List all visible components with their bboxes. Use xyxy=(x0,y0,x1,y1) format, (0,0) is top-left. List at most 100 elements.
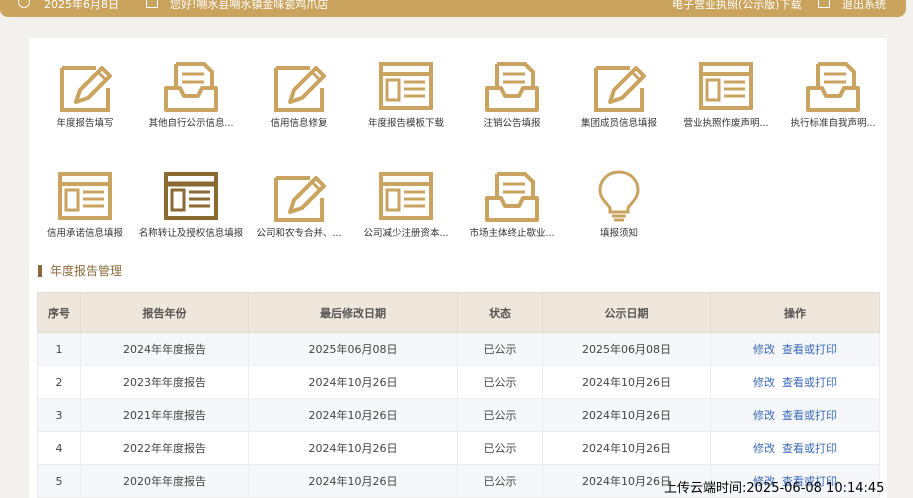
tile-group-member-info[interactable]: 集团成员信息填报 xyxy=(565,58,673,130)
cell-year: 2022年年度报告 xyxy=(80,431,249,465)
col-header-actions: 操作 xyxy=(710,292,880,333)
cell-status: 已公示 xyxy=(457,398,543,432)
edit-link[interactable]: 修改 xyxy=(753,376,775,389)
table-row: 2 2023年年度报告 2024年10月26日 已公示 2024年10月26日 … xyxy=(37,365,880,399)
cell-actions: 修改 查看或打印 xyxy=(710,431,880,465)
cell-modified: 2024年10月26日 xyxy=(248,365,458,399)
edit-link[interactable]: 修改 xyxy=(753,343,775,356)
template-window-icon xyxy=(379,62,433,110)
tile-label: 填报须知 xyxy=(599,228,638,239)
logout-icon[interactable] xyxy=(818,0,830,17)
col-header-status: 状态 xyxy=(457,292,543,333)
tile-filling-notice[interactable]: 填报须知 xyxy=(565,168,673,240)
user-icon xyxy=(146,0,158,17)
logout-button[interactable]: 退出系统 xyxy=(842,0,886,17)
clock-icon xyxy=(18,0,30,17)
tile-license-void-statement[interactable]: 营业执照作废声明... xyxy=(672,58,780,130)
tile-label: 市场主体终止歇业... xyxy=(469,228,555,239)
cell-year: 2023年年度报告 xyxy=(80,365,249,399)
upload-time-watermark: 上传云端时间:2025-06-08 10:14:45 xyxy=(664,481,885,496)
pencil-form-icon xyxy=(274,66,326,112)
cell-status: 已公示 xyxy=(457,365,543,399)
cell-no: 4 xyxy=(37,431,81,465)
edit-link[interactable]: 修改 xyxy=(753,409,775,422)
tile-template-download[interactable]: 年度报告模板下载 xyxy=(352,58,460,130)
pencil-form-icon xyxy=(60,66,112,112)
cell-status: 已公示 xyxy=(457,332,543,366)
cell-published: 2024年10月26日 xyxy=(542,398,711,432)
template-window-icon xyxy=(699,62,753,110)
section-marker xyxy=(38,265,42,277)
tile-credit-repair[interactable]: 信用信息修复 xyxy=(245,58,353,130)
license-download-link[interactable]: 电子营业执照(公示版)下载 xyxy=(672,0,802,17)
greeting-text: 您好!嗍水县嗍水镇金味瓷鸡爪店 xyxy=(170,0,329,11)
inbox-document-icon xyxy=(164,62,218,112)
tile-capital-reduction[interactable]: 公司减少注册资本... xyxy=(352,168,460,240)
top-bar: 2025年6月8日 您好!嗍水县嗍水镇金味瓷鸡爪店 电子营业执照(公示版)下载 … xyxy=(0,0,906,17)
template-window-icon xyxy=(162,168,220,224)
tile-cancellation-notice[interactable]: 注销公告填报 xyxy=(458,58,566,130)
cell-actions: 修改 查看或打印 xyxy=(710,332,880,366)
view-print-link[interactable]: 查看或打印 xyxy=(782,409,837,422)
cell-published: 2025年06月08日 xyxy=(542,332,711,366)
tile-other-public-info[interactable]: 其他自行公示信息... xyxy=(137,58,245,130)
cell-modified: 2024年10月26日 xyxy=(248,398,458,432)
tile-label: 其他自行公示信息... xyxy=(148,118,234,129)
pencil-form-icon xyxy=(274,176,326,222)
section-title: 年度报告管理 xyxy=(38,263,122,279)
tile-label: 信用信息修复 xyxy=(270,118,328,129)
tile-standard-self-declaration[interactable]: 执行标准自我声明... xyxy=(779,58,887,130)
inbox-document-icon xyxy=(806,62,860,112)
date-text: 2025年6月8日 xyxy=(44,0,119,11)
tile-label: 年度报告填写 xyxy=(56,118,114,129)
tile-label: 名称转让及授权信息填报 xyxy=(138,228,244,239)
tile-label: 执行标准自我声明... xyxy=(790,118,876,129)
tile-company-merger[interactable]: 公司和农专合并、... xyxy=(245,168,353,240)
table-row: 1 2024年年度报告 2025年06月08日 已公示 2025年06月08日 … xyxy=(37,332,880,366)
cell-published: 2024年10月26日 xyxy=(542,431,711,465)
col-header-year: 报告年份 xyxy=(80,292,249,333)
inbox-document-icon xyxy=(485,62,539,112)
view-print-link[interactable]: 查看或打印 xyxy=(782,376,837,389)
lightbulb-icon xyxy=(598,170,640,222)
col-header-published: 公示日期 xyxy=(542,292,711,333)
pencil-form-icon xyxy=(594,66,646,112)
tile-label: 集团成员信息填报 xyxy=(580,118,657,129)
tile-label: 公司减少注册资本... xyxy=(363,228,449,239)
tile-label: 信用承诺信息填报 xyxy=(46,228,123,239)
table-header-row: 序号 报告年份 最后修改日期 状态 公示日期 操作 xyxy=(37,292,880,333)
template-window-icon xyxy=(58,172,112,220)
tile-annual-report-fill[interactable]: 年度报告填写 xyxy=(31,58,139,130)
template-window-icon xyxy=(379,172,433,220)
cell-published: 2024年10月26日 xyxy=(542,365,711,399)
cell-no: 1 xyxy=(37,332,81,366)
cell-actions: 修改 查看或打印 xyxy=(710,398,880,432)
table-row: 4 2022年年度报告 2024年10月26日 已公示 2024年10月26日 … xyxy=(37,431,880,465)
cell-actions: 修改 查看或打印 xyxy=(710,365,880,399)
view-print-link[interactable]: 查看或打印 xyxy=(782,442,837,455)
col-header-modified: 最后修改日期 xyxy=(248,292,458,333)
cell-modified: 2024年10月26日 xyxy=(248,464,458,498)
section-title-text: 年度报告管理 xyxy=(50,264,123,278)
cell-year: 2021年年度报告 xyxy=(80,398,249,432)
tile-name-transfer[interactable]: 名称转让及授权信息填报 xyxy=(137,168,245,240)
col-header-no: 序号 xyxy=(37,292,81,333)
cell-modified: 2025年06月08日 xyxy=(248,332,458,366)
cell-status: 已公示 xyxy=(457,431,543,465)
tile-label: 注销公告填报 xyxy=(483,118,541,129)
table-row: 3 2021年年度报告 2024年10月26日 已公示 2024年10月26日 … xyxy=(37,398,880,432)
cell-no: 3 xyxy=(37,398,81,432)
view-print-link[interactable]: 查看或打印 xyxy=(782,343,837,356)
cell-no: 2 xyxy=(37,365,81,399)
cell-year: 2024年年度报告 xyxy=(80,332,249,366)
tile-market-entity-suspension[interactable]: 市场主体终止歇业... xyxy=(458,168,566,240)
inbox-document-icon xyxy=(485,172,539,222)
tile-label: 公司和农专合并、... xyxy=(256,228,342,239)
cell-modified: 2024年10月26日 xyxy=(248,431,458,465)
tile-label: 年度报告模板下载 xyxy=(367,118,444,129)
tile-credit-commitment[interactable]: 信用承诺信息填报 xyxy=(31,168,139,240)
edit-link[interactable]: 修改 xyxy=(753,442,775,455)
cell-no: 5 xyxy=(37,464,81,498)
cell-status: 已公示 xyxy=(457,464,543,498)
annual-report-table: 序号 报告年份 最后修改日期 状态 公示日期 操作 1 2024年年度报告 20… xyxy=(37,292,880,498)
